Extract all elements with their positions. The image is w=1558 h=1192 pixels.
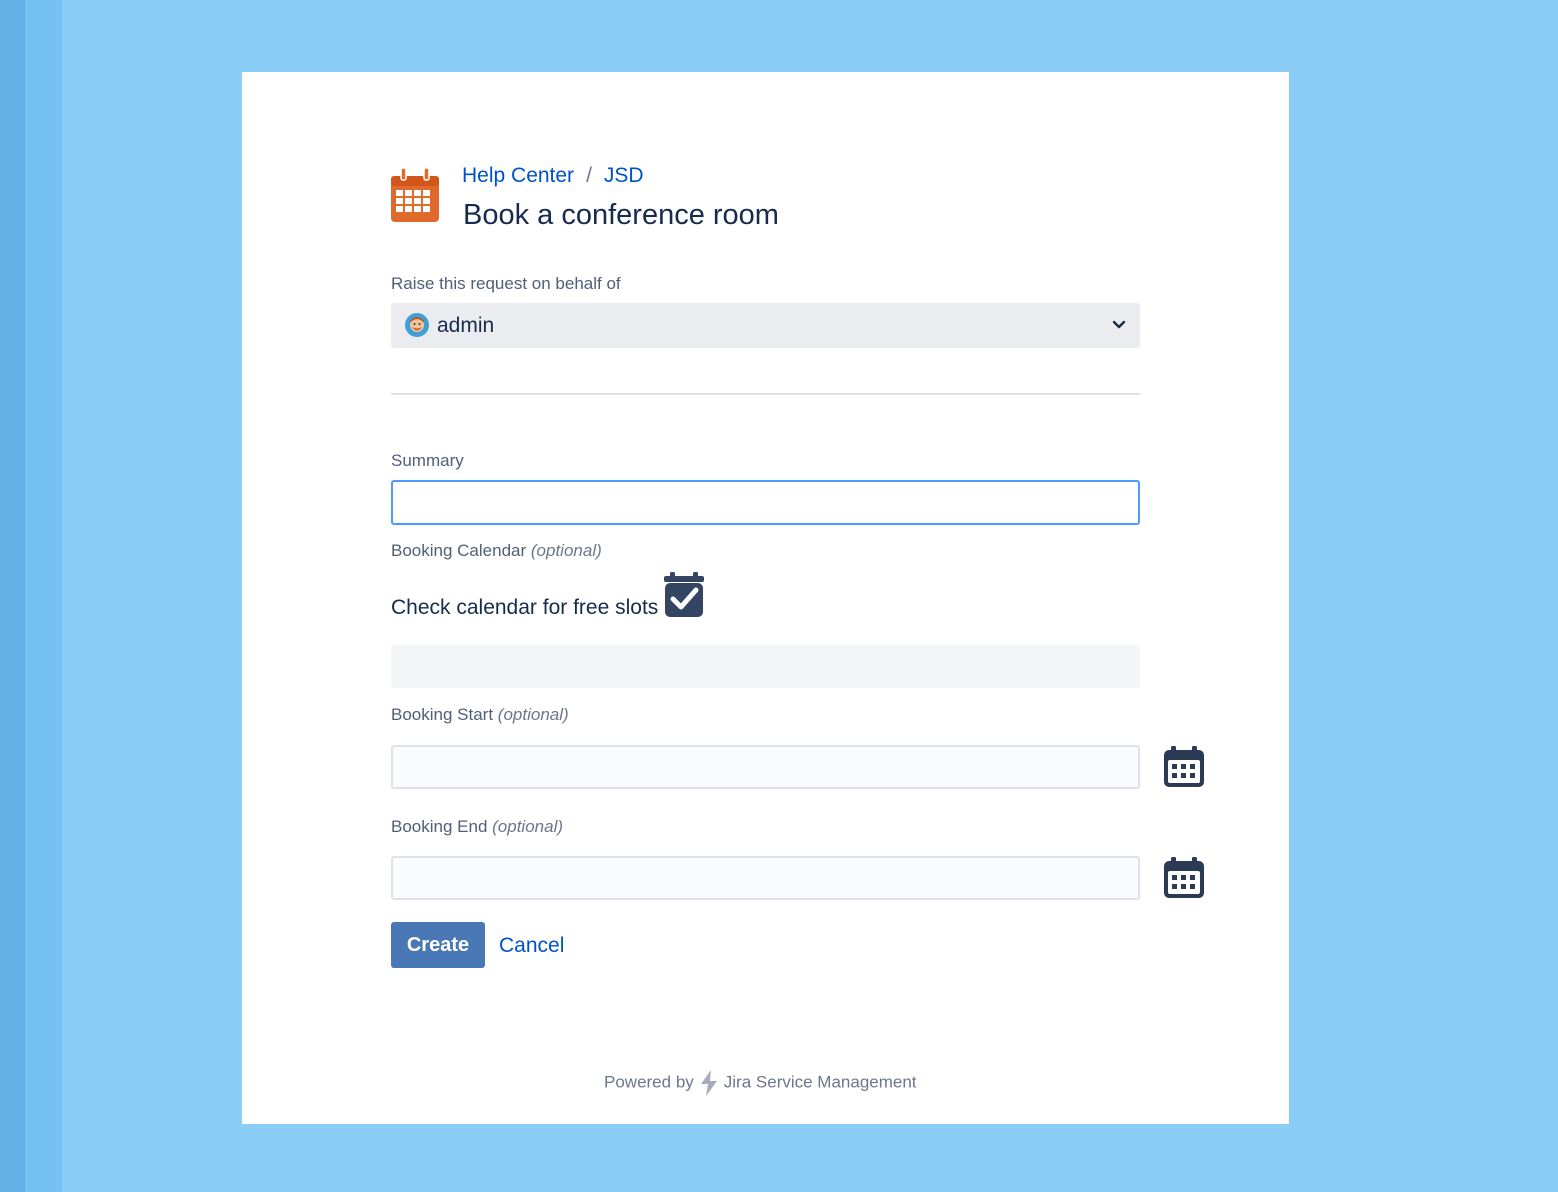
- booking-end-input[interactable]: [391, 856, 1140, 900]
- breadcrumb-separator: /: [586, 164, 592, 187]
- calendar-picker-icon[interactable]: [1163, 746, 1205, 788]
- booking-start-label-text: Booking Start: [391, 705, 494, 724]
- optional-tag: (optional): [530, 541, 602, 560]
- on-behalf-value: admin: [437, 314, 495, 337]
- booking-calendar-label-text: Booking Calendar: [391, 541, 527, 560]
- summary-label: Summary: [391, 451, 464, 470]
- booking-end-label: Booking End (optional): [391, 817, 563, 837]
- cancel-link[interactable]: Cancel: [499, 934, 564, 958]
- breadcrumb: Help Center / JSD: [462, 164, 644, 188]
- booking-start-label: Booking Start (optional): [391, 705, 569, 725]
- page-title: Book a conference room: [463, 199, 779, 231]
- booking-calendar-label: Booking Calendar (optional): [391, 541, 602, 561]
- booking-end-label-text: Booking End: [391, 817, 488, 836]
- background-strip: [0, 0, 25, 1192]
- booking-start-input[interactable]: [391, 745, 1140, 789]
- create-button[interactable]: Create: [391, 922, 485, 968]
- breadcrumb-jsd[interactable]: JSD: [604, 164, 644, 187]
- admin-avatar-icon: [405, 313, 429, 337]
- footer: Powered by Jira Service Management: [604, 1069, 944, 1099]
- chevron-down-icon: [1112, 320, 1126, 329]
- section-divider: [391, 393, 1140, 395]
- request-form-card: Help Center / JSD Book a conference room R…: [242, 72, 1289, 1124]
- calendar-slots-panel: [391, 645, 1140, 688]
- powered-by-text: Powered by: [604, 1072, 694, 1092]
- calendar-check-icon[interactable]: [664, 572, 704, 618]
- on-behalf-select[interactable]: admin: [391, 303, 1140, 348]
- jira-service-management-icon: [700, 1070, 717, 1096]
- product-name: Jira Service Management: [723, 1072, 917, 1092]
- check-calendar-text: Check calendar for free slots: [391, 596, 659, 619]
- summary-input[interactable]: [391, 480, 1140, 525]
- breadcrumb-help-center[interactable]: Help Center: [462, 164, 574, 187]
- calendar-picker-icon[interactable]: [1163, 857, 1205, 899]
- page-header: Help Center / JSD Book a conference room: [390, 164, 990, 234]
- background-strip: [25, 0, 62, 1192]
- optional-tag: (optional): [497, 705, 569, 724]
- optional-tag: (optional): [492, 817, 564, 836]
- calendar-icon: [391, 167, 439, 222]
- on-behalf-label: Raise this request on behalf of: [391, 274, 621, 293]
